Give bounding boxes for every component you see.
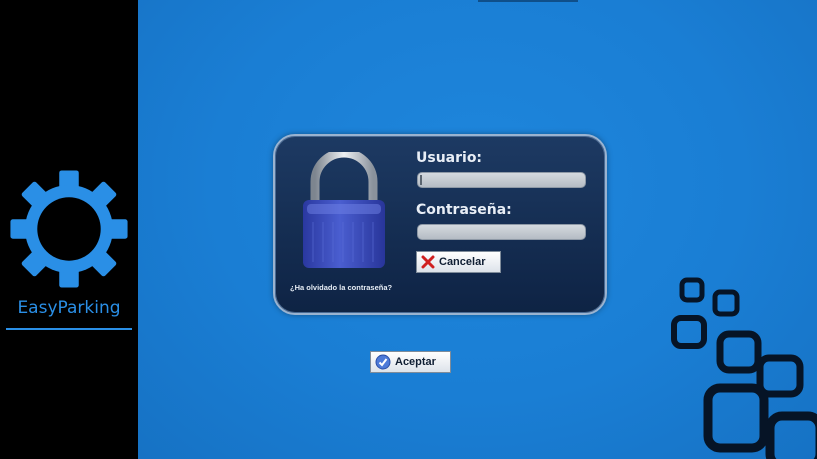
sidebar: EasyParking (0, 0, 138, 459)
cancel-label: Cancelar (439, 256, 486, 268)
blue-check-icon (375, 354, 391, 370)
text-caret (420, 175, 422, 185)
cancel-button[interactable]: Cancelar (416, 251, 501, 273)
username-input[interactable] (418, 176, 585, 190)
red-x-icon (421, 255, 435, 269)
accept-label: Aceptar (395, 356, 436, 368)
padlock-icon (303, 152, 385, 268)
forgot-password-link[interactable]: ¿Ha olvidado la contraseña? (290, 283, 392, 292)
top-indicator (478, 0, 578, 2)
chain-links-icon (671, 277, 817, 459)
accept-button[interactable]: Aceptar (370, 351, 451, 373)
username-field[interactable] (417, 172, 586, 190)
gear-icon (10, 170, 128, 288)
username-label: Usuario: (416, 150, 483, 166)
brand-underline (6, 328, 132, 330)
password-field[interactable] (417, 224, 586, 242)
brand-name: EasyParking (17, 298, 121, 318)
password-label: Contraseña: (416, 202, 512, 218)
password-input[interactable] (418, 228, 585, 242)
